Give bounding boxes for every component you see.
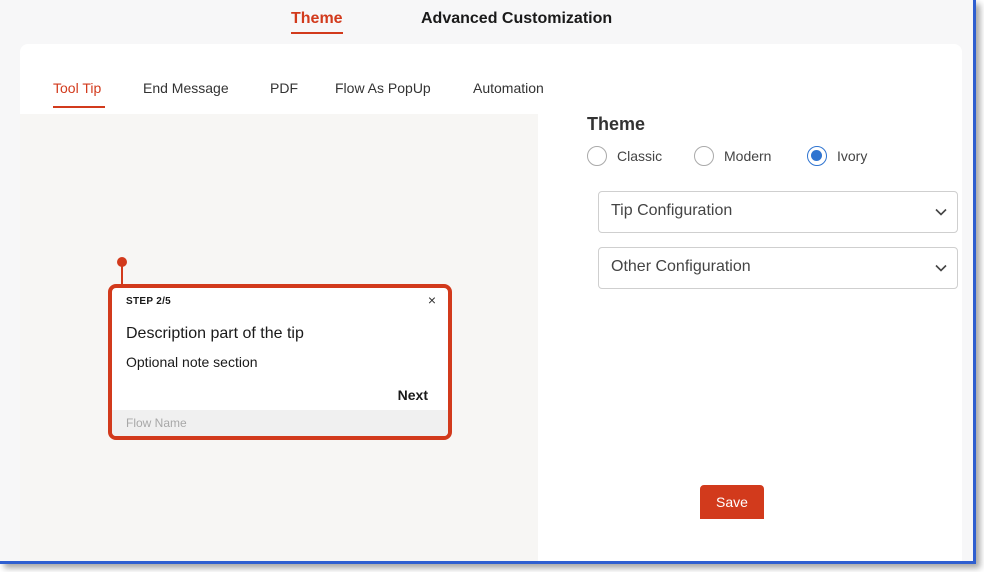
accordion-label: Other Configuration [611, 258, 751, 275]
other-configuration-accordion[interactable]: Other Configuration [598, 247, 958, 289]
save-button[interactable]: Save [700, 485, 764, 519]
tab-theme[interactable]: Theme [291, 10, 343, 34]
tab-advanced-customization[interactable]: Advanced Customization [421, 10, 612, 28]
tab-end-message[interactable]: End Message [143, 80, 229, 96]
tooltip-flow-name: Flow Name [112, 410, 448, 436]
theme-section-title: Theme [587, 114, 646, 134]
sub-tab-bar: Tool Tip End Message PDF Flow As PopUp A… [20, 80, 580, 114]
tab-tool-tip[interactable]: Tool Tip [53, 80, 106, 108]
settings-card: Tool Tip End Message PDF Flow As PopUp A… [20, 44, 962, 561]
top-tab-bar: Theme Advanced Customization [0, 0, 973, 44]
chevron-down-icon [935, 208, 947, 216]
radio-classic[interactable]: Classic [587, 146, 662, 166]
tab-pdf[interactable]: PDF [270, 80, 298, 96]
tooltip-note: Optional note section [126, 354, 258, 370]
next-button[interactable]: Next [398, 387, 428, 403]
tooltip-step-label: STEP 2/5 [126, 296, 172, 307]
app-window: Theme Advanced Customization Tool Tip En… [0, 0, 976, 564]
radio-classic-label: Classic [617, 148, 663, 164]
tooltip-description: Description part of the tip [126, 325, 304, 342]
chevron-down-icon [935, 264, 947, 272]
tooltip-preview-area: STEP 2/5 × Description part of the tip O… [20, 114, 538, 561]
tooltip-preview: STEP 2/5 × Description part of the tip O… [108, 284, 452, 440]
tab-automation[interactable]: Automation [473, 80, 544, 96]
theme-radio-group: Classic Modern Ivory [587, 146, 957, 168]
radio-ivory[interactable]: Ivory [807, 146, 867, 166]
accordion-label: Tip Configuration [611, 202, 733, 219]
radio-ivory-label: Ivory [837, 148, 868, 164]
tab-flow-as-popup[interactable]: Flow As PopUp [335, 80, 431, 96]
tooltip-anchor-line [121, 264, 123, 284]
radio-circle-icon[interactable] [694, 146, 714, 166]
radio-checked-icon[interactable] [807, 146, 827, 166]
radio-modern[interactable]: Modern [694, 146, 771, 166]
radio-circle-icon[interactable] [587, 146, 607, 166]
radio-modern-label: Modern [724, 148, 772, 164]
close-icon[interactable]: × [428, 292, 436, 308]
tip-configuration-accordion[interactable]: Tip Configuration [598, 191, 958, 233]
